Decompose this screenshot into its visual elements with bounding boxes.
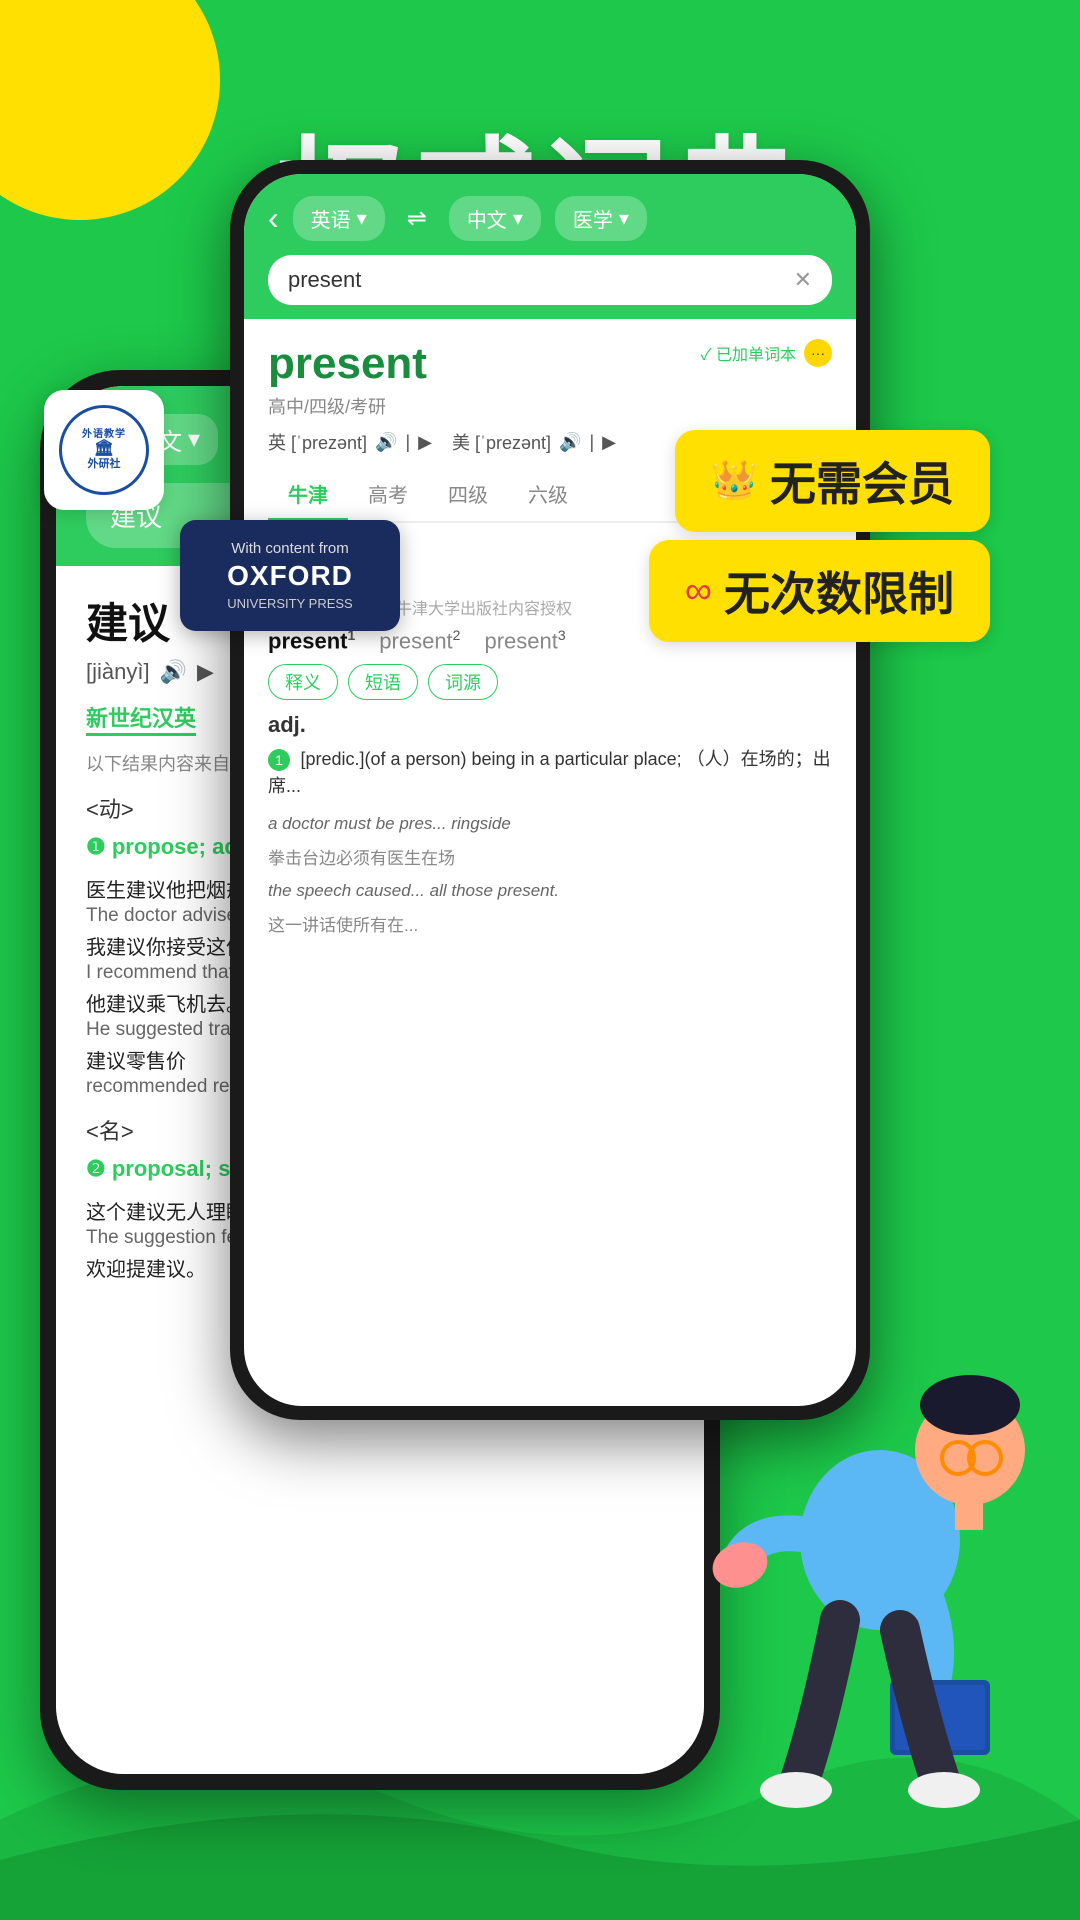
no-member-label: 无需会员 bbox=[770, 448, 954, 514]
right-lang2-pill[interactable]: 中文 ▾ bbox=[449, 196, 541, 241]
right-mode-pill[interactable]: 医学 ▾ bbox=[555, 196, 647, 241]
oxford-line2: OXFORD bbox=[208, 561, 372, 592]
right-pos: adj. bbox=[268, 712, 832, 738]
right-back-button[interactable]: ‹ bbox=[268, 200, 279, 237]
chip-definition[interactable]: 释义 bbox=[268, 664, 338, 700]
chips-row: 释义 短语 词源 bbox=[268, 664, 832, 700]
right-lang1-pill[interactable]: 英语 ▾ bbox=[293, 196, 385, 241]
tab-gaokao[interactable]: 高考 bbox=[348, 469, 428, 521]
left-def2-num: ❷ bbox=[86, 1156, 106, 1181]
oxford-badge: With content from OXFORD UNIVERSITY PRES… bbox=[180, 520, 400, 631]
present-level: 高中/四级/考研 bbox=[268, 393, 427, 419]
tab-cet4[interactable]: 四级 bbox=[428, 469, 508, 521]
infinity-icon: ∞ bbox=[685, 570, 712, 613]
badge-no-member: 👑 无需会员 bbox=[675, 430, 990, 532]
right-phone-screen: ‹ 英语 ▾ ⇌ 中文 ▾ 医学 ▾ present ✕ bbox=[244, 174, 856, 1406]
right-def1-block: 1 [predic.](of a person) being in a part… bbox=[268, 746, 832, 800]
present-word-block: present 高中/四级/考研 bbox=[268, 339, 427, 429]
variant3[interactable]: present3 bbox=[484, 627, 565, 654]
variant2[interactable]: present2 bbox=[379, 627, 460, 654]
right-phone: ‹ 英语 ▾ ⇌ 中文 ▾ 医学 ▾ present ✕ bbox=[230, 160, 870, 1420]
variant1[interactable]: present1 bbox=[268, 627, 355, 654]
right-search-area: present ✕ bbox=[244, 255, 856, 319]
oxford-line3: UNIVERSITY PRESS bbox=[208, 596, 372, 611]
word-header-row: present 高中/四级/考研 ✓ 已加单词本 ··· bbox=[268, 339, 832, 429]
right-nav-bar: ‹ 英语 ▾ ⇌ 中文 ▾ 医学 ▾ bbox=[244, 174, 856, 255]
right-example2-cn: 这一讲话使所有在... bbox=[268, 911, 832, 936]
left-source-label: 新世纪汉英 bbox=[86, 701, 196, 736]
crown-icon: 👑 bbox=[711, 459, 758, 503]
right-search-bar[interactable]: present ✕ bbox=[268, 255, 832, 305]
clear-icon[interactable]: ✕ bbox=[794, 267, 812, 293]
tab-cet6[interactable]: 六级 bbox=[508, 469, 588, 521]
right-swap-button[interactable]: ⇌ bbox=[399, 204, 435, 233]
character-illustration bbox=[700, 1340, 1060, 1860]
bookmark-icon[interactable]: ✓ 已加单词本 bbox=[701, 341, 796, 365]
tab-oxford[interactable]: 牛津 bbox=[268, 469, 348, 521]
right-example1-cn: 拳击台边必须有医生在场 bbox=[268, 844, 832, 869]
fltrp-text: 外研社 bbox=[82, 458, 126, 471]
chip-phrase[interactable]: 短语 bbox=[348, 664, 418, 700]
right-example2-en: the speech caused... all those present. bbox=[268, 879, 832, 903]
fltrp-badge: 外语教学 🏛 外研社 bbox=[44, 390, 164, 510]
badge-unlimited: ∞ 无次数限制 bbox=[649, 540, 990, 642]
def1-number: 1 bbox=[268, 749, 290, 771]
more-options-button[interactable]: ··· bbox=[804, 339, 832, 367]
def1-body: [predic.](of a person) being in a partic… bbox=[268, 749, 831, 796]
oxford-line1: With content from bbox=[208, 540, 372, 557]
chip-etymology[interactable]: 词源 bbox=[428, 664, 498, 700]
word-actions: ✓ 已加单词本 ··· bbox=[701, 339, 832, 367]
left-def1-num: ❶ bbox=[86, 834, 106, 859]
unlimited-label: 无次数限制 bbox=[724, 558, 954, 624]
right-example1-en: a doctor must be pres... ringside bbox=[268, 812, 832, 836]
present-word: present bbox=[268, 339, 427, 389]
fltrp-logo: 外语教学 🏛 外研社 bbox=[59, 405, 149, 495]
